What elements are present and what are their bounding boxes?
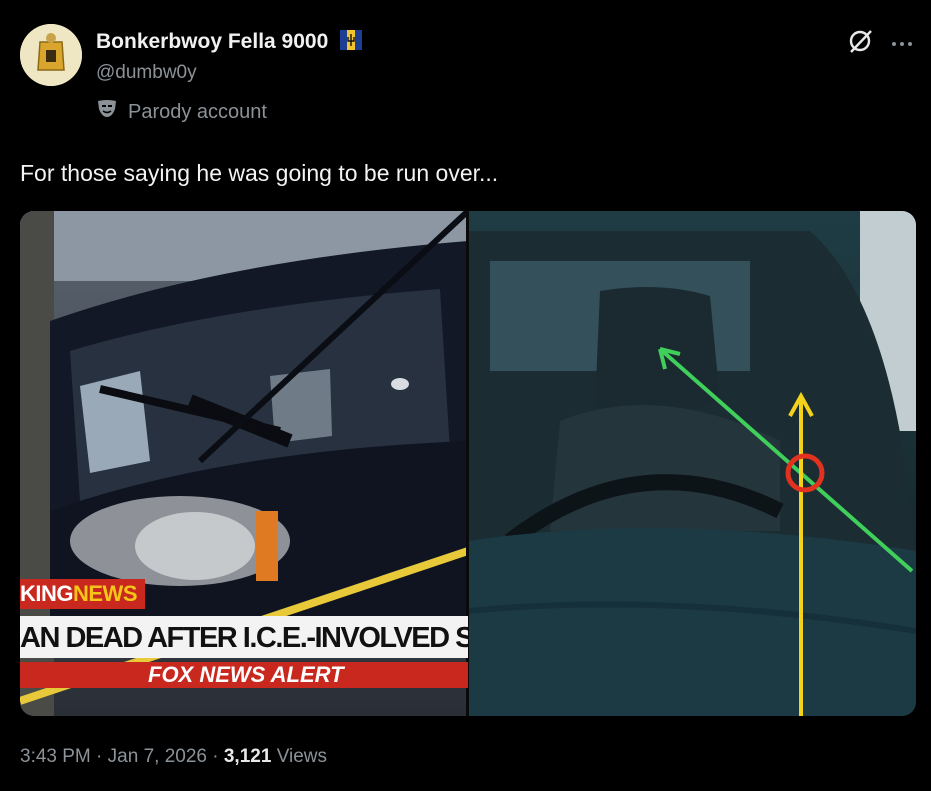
ticker-part1: KING <box>20 581 74 606</box>
views-count: 3,121 <box>223 746 272 767</box>
meta-separator: · <box>212 746 219 767</box>
theater-mask-icon <box>96 99 118 125</box>
news-headline: AN DEAD AFTER I.C.E.-INVOLVED SHOO <box>20 616 468 658</box>
right-photo-car-interior <box>467 211 916 716</box>
barbados-flag-icon <box>340 30 363 56</box>
grok-icon[interactable] <box>847 28 873 59</box>
meta-separator: · <box>96 746 103 767</box>
user-handle[interactable]: @dumbw0y <box>96 62 197 84</box>
post-date[interactable]: Jan 7, 2026 <box>108 746 207 767</box>
parody-label-text: Parody account <box>128 100 267 123</box>
ticker-part2: NEWS <box>73 581 138 606</box>
more-icon[interactable] <box>891 35 913 53</box>
fox-news-alert-bar: FOX NEWS ALERT <box>20 662 468 688</box>
news-ticker-label: KINGNEWS <box>20 579 145 609</box>
post-text: For those saying he was going to be run … <box>20 160 499 186</box>
display-name-text[interactable]: Bonkerbwoy Fella 9000 <box>96 30 328 53</box>
post-meta: 3:43 PM · Jan 7, 2026 · 3,121 Views <box>20 746 327 768</box>
avatar[interactable] <box>20 24 82 86</box>
parody-label: Parody account <box>96 99 267 125</box>
post-time[interactable]: 3:43 PM <box>20 746 91 767</box>
post-media[interactable]: KINGNEWS AN DEAD AFTER I.C.E.-INVOLVED S… <box>20 211 916 716</box>
views-label: Views <box>276 746 328 767</box>
alert-text: FOX NEWS ALERT <box>148 662 344 687</box>
display-name[interactable]: Bonkerbwoy Fella 9000 <box>96 30 363 56</box>
